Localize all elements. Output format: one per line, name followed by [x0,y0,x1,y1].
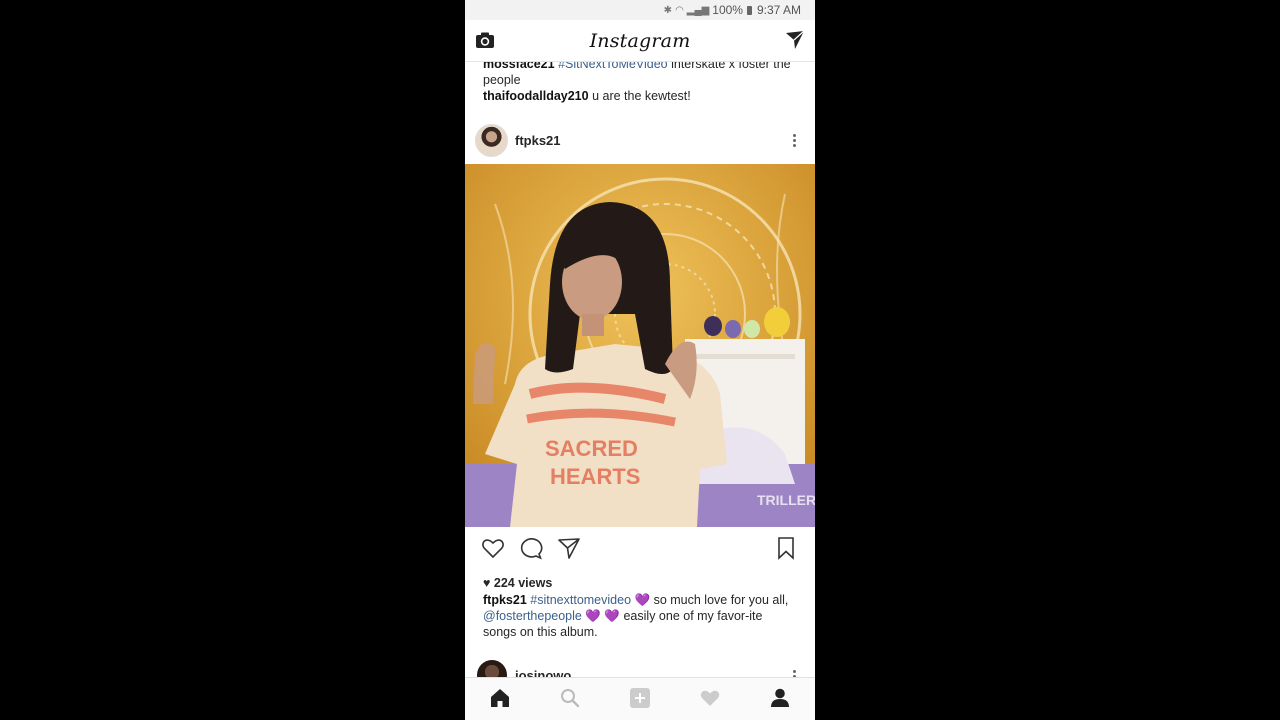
app-header: Instagram [465,20,815,62]
caption-mention[interactable]: @fosterthepeople [483,609,582,623]
avatar[interactable] [477,660,507,678]
home-icon[interactable] [489,687,511,709]
comment-text: u are the kewtest! [592,89,691,103]
avatar[interactable] [475,124,508,157]
share-icon[interactable] [557,536,581,560]
post-actions [465,532,815,564]
like-icon[interactable] [481,536,505,560]
more-options-icon[interactable] [793,134,797,149]
comment-username[interactable]: thaifoodallday210 [483,89,589,103]
purple-heart-emoji: 💜 [634,593,651,607]
svg-text:SACRED: SACRED [545,436,638,461]
wifi-icon: ◠ [675,4,684,16]
caption-hashtag[interactable]: #sitnexttomevideo [530,593,631,607]
camera-icon[interactable] [475,30,495,50]
next-post-header: josinowo [465,660,815,678]
heart-small-icon: ♥ [483,576,491,590]
post-header: ftpks21 [465,124,815,164]
direct-message-icon[interactable] [785,30,805,50]
caption-username[interactable]: ftpks21 [483,593,527,607]
triller-watermark: TRILLER [757,492,815,508]
video-frame: SACRED HEARTS TRILLER [465,164,815,527]
bookmark-icon[interactable] [774,536,798,560]
svg-text:HEARTS: HEARTS [550,464,640,489]
post-username[interactable]: ftpks21 [515,133,561,148]
add-post-icon[interactable] [629,687,651,709]
comment-icon[interactable] [519,536,543,560]
profile-icon[interactable] [769,687,791,709]
activity-icon[interactable] [699,687,721,709]
comment-row: mossface21 #SitNextToMeVideo interskate … [465,62,815,88]
status-bar: ✱ ◠ ▂▄▆ 100% 9:37 AM [465,0,815,20]
battery-icon [746,5,752,15]
caption-text: so much love for you all, [653,593,789,607]
bluetooth-icon: ✱ [663,4,673,16]
phone-screen: ✱ ◠ ▂▄▆ 100% 9:37 AM Instagram mossface2… [465,0,815,720]
clock: 9:37 AM [756,3,801,17]
purple-heart-emoji: 💜 [585,609,601,623]
feed[interactable]: mossface21 #SitNextToMeVideo interskate … [465,62,815,678]
post-video[interactable]: SACRED HEARTS TRILLER [465,164,815,527]
view-count[interactable]: ♥ 224 views [483,576,552,590]
bottom-nav [465,677,815,720]
post-caption: ftpks21 #sitnexttomevideo 💜 so much love… [465,592,815,640]
instagram-logo: Instagram [589,29,691,52]
battery-percent: 100% [712,3,743,17]
purple-heart-emoji: 💜 [604,609,620,623]
signal-icon: ▂▄▆ [686,4,710,16]
comment-row: thaifoodallday210 u are the kewtest! [465,88,815,104]
comment-hashtag[interactable]: #SitNextToMeVideo [558,62,668,71]
comment-username[interactable]: mossface21 [483,62,555,71]
search-icon[interactable] [559,687,581,709]
